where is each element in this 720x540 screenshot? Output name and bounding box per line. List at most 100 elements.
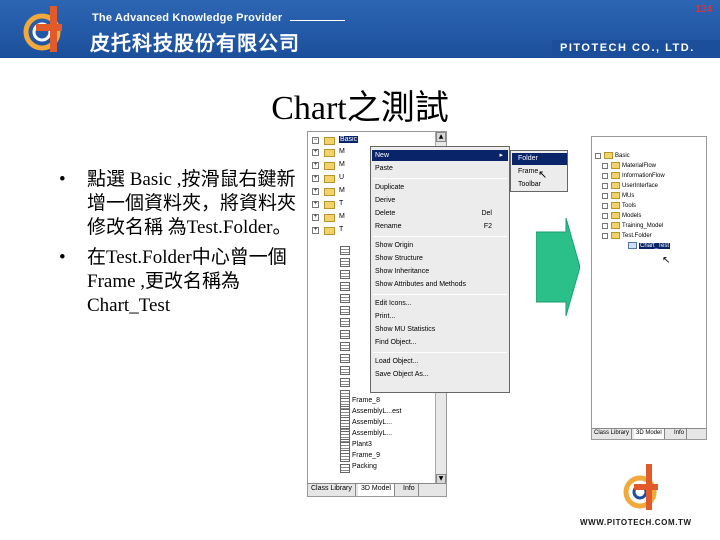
- tab-info[interactable]: Info: [672, 429, 688, 439]
- menu-item-show-inheritance[interactable]: Show Inheritance: [372, 266, 508, 277]
- tree-root-label[interactable]: Basic: [339, 136, 359, 143]
- expand-icon[interactable]: [602, 202, 608, 209]
- tree-folder-label[interactable]: M: [339, 161, 345, 168]
- tree-folder-label[interactable]: T: [339, 200, 343, 207]
- expand-icon[interactable]: +: [312, 227, 319, 234]
- tree-leaf-label[interactable]: Plant3: [352, 441, 372, 448]
- tree-folder-label[interactable]: InformationFlow: [622, 173, 665, 179]
- tree-folder-label[interactable]: Test.Folder: [622, 233, 652, 239]
- expand-icon[interactable]: [602, 172, 608, 179]
- collapse-icon[interactable]: −: [312, 137, 319, 144]
- menu-item-print[interactable]: Print...: [372, 311, 508, 322]
- expand-icon[interactable]: [602, 182, 608, 189]
- folder-icon: [611, 212, 620, 219]
- expand-icon[interactable]: [602, 212, 608, 219]
- tree-folder-row[interactable]: InformationFlow: [602, 172, 665, 182]
- tree-folder-row[interactable]: UserInterface: [602, 182, 658, 192]
- menu-separator: [373, 178, 507, 179]
- tree-folder-label[interactable]: UserInterface: [622, 183, 658, 189]
- tree-item-label[interactable]: Chart_Test: [639, 243, 671, 250]
- tree-folder-row[interactable]: Models: [602, 212, 641, 222]
- frame-icon: [340, 318, 350, 327]
- expand-icon[interactable]: +: [312, 162, 319, 169]
- tree-folder-label[interactable]: MaterialFlow: [622, 163, 656, 169]
- frame-icon: [340, 282, 350, 291]
- folder-icon: [611, 182, 620, 189]
- expand-icon[interactable]: +: [312, 201, 319, 208]
- submenu-item-folder[interactable]: Folder: [512, 153, 567, 165]
- menu-item-new[interactable]: New ▸: [372, 150, 508, 161]
- tree-folder-row[interactable]: MaterialFlow: [602, 162, 656, 172]
- tree-leaf-label[interactable]: Frame_9: [352, 452, 380, 459]
- tree-leaf-label[interactable]: AssemblyL...: [352, 430, 392, 437]
- tree-folder-label[interactable]: M: [339, 148, 345, 155]
- menu-item-show-mu-statistics[interactable]: Show MU Statistics: [372, 324, 508, 335]
- tree-folder-row[interactable]: Tools: [602, 202, 636, 212]
- expand-icon[interactable]: +: [312, 188, 319, 195]
- menu-item-rename[interactable]: Rename F2: [372, 221, 508, 232]
- tree-root-label[interactable]: Basic: [615, 153, 630, 159]
- expand-icon[interactable]: [602, 222, 608, 229]
- expand-icon[interactable]: +: [312, 175, 319, 182]
- scroll-up-icon[interactable]: ▲: [436, 132, 446, 142]
- menu-item-derive[interactable]: Derive: [372, 195, 508, 206]
- frame-icon: [340, 258, 350, 267]
- folder-icon: [324, 227, 335, 235]
- bullet-item: • 在Test.Folder中心曾一個 Frame ,更改名稱為 Chart_T…: [55, 246, 300, 318]
- menu-shortcut: Del: [481, 210, 492, 217]
- tree-leaf-label[interactable]: Packing: [352, 463, 377, 470]
- tree-item-chart-test[interactable]: Chart_Test: [628, 242, 671, 252]
- menu-item-label: Edit Icons...: [375, 300, 412, 307]
- menu-item-label: Show Structure: [375, 255, 423, 262]
- company-tagline: The Advanced Knowledge Provider: [92, 12, 283, 24]
- tree-folder-label[interactable]: MUs: [622, 193, 634, 199]
- expand-icon[interactable]: [602, 162, 608, 169]
- tree-folder-label[interactable]: M: [339, 187, 345, 194]
- frame-icon: [340, 453, 350, 462]
- menu-item-show-structure[interactable]: Show Structure: [372, 253, 508, 264]
- expand-icon[interactable]: +: [312, 149, 319, 156]
- tree-leaf-row[interactable]: Packing: [312, 462, 442, 474]
- tree-folder-row[interactable]: Training_Model: [602, 222, 663, 232]
- tree-folder-label[interactable]: Tools: [622, 203, 636, 209]
- expand-icon[interactable]: [602, 192, 608, 199]
- tree-folder-row[interactable]: MUs: [602, 192, 634, 202]
- menu-item-load-object[interactable]: Load Object...: [372, 356, 508, 367]
- frame-icon: [340, 342, 350, 351]
- tab-class-library[interactable]: Class Library: [308, 484, 356, 496]
- menu-separator: [373, 236, 507, 237]
- tab-info[interactable]: Info: [400, 484, 419, 496]
- folder-icon: [611, 162, 620, 169]
- tree-folder-row[interactable]: Test.Folder: [602, 232, 652, 242]
- context-menu: New ▸ Paste Duplicate Derive Delete Del Rename F…: [370, 146, 510, 393]
- tab-class-library[interactable]: Class Library: [592, 429, 633, 439]
- tree-folder-label[interactable]: U: [339, 174, 344, 181]
- tree-leaf-label[interactable]: AssemblyL...: [352, 419, 392, 426]
- folder-icon: [604, 152, 613, 159]
- menu-item-delete[interactable]: Delete Del: [372, 208, 508, 219]
- menu-item-show-attributes-and-methods[interactable]: Show Attributes and Methods: [372, 279, 508, 290]
- menu-item-label: New: [375, 152, 390, 159]
- submenu-arrow-icon: ▸: [499, 152, 503, 159]
- right-arrow-icon: [536, 218, 580, 316]
- tree-folder-label[interactable]: M: [339, 213, 345, 220]
- tree-leaf-label[interactable]: Frame_8: [352, 397, 380, 404]
- tab-3d-model[interactable]: 3D Model: [634, 429, 665, 439]
- tree-leaf-label[interactable]: AssemblyL...est: [352, 408, 401, 415]
- collapse-icon[interactable]: [595, 152, 601, 159]
- tree-folder-label[interactable]: Models: [622, 213, 641, 219]
- expand-icon[interactable]: +: [312, 214, 319, 221]
- menu-item-edit-icons[interactable]: Edit Icons...: [372, 298, 508, 309]
- folder-icon: [611, 172, 620, 179]
- tree-root-row[interactable]: Basic: [595, 152, 630, 162]
- frame-icon: [340, 464, 350, 473]
- menu-item-show-origin[interactable]: Show Origin: [372, 240, 508, 251]
- menu-item-save-object-as[interactable]: Save Object As...: [372, 369, 508, 380]
- menu-item-paste[interactable]: Paste: [372, 163, 508, 174]
- expand-icon[interactable]: [602, 232, 608, 239]
- menu-item-duplicate[interactable]: Duplicate: [372, 182, 508, 193]
- tab-3d-model[interactable]: 3D Model: [358, 484, 395, 496]
- tree-folder-label[interactable]: Training_Model: [622, 223, 663, 229]
- menu-item-find-object[interactable]: Find Object...: [372, 337, 508, 348]
- tree-folder-label[interactable]: T: [339, 226, 343, 233]
